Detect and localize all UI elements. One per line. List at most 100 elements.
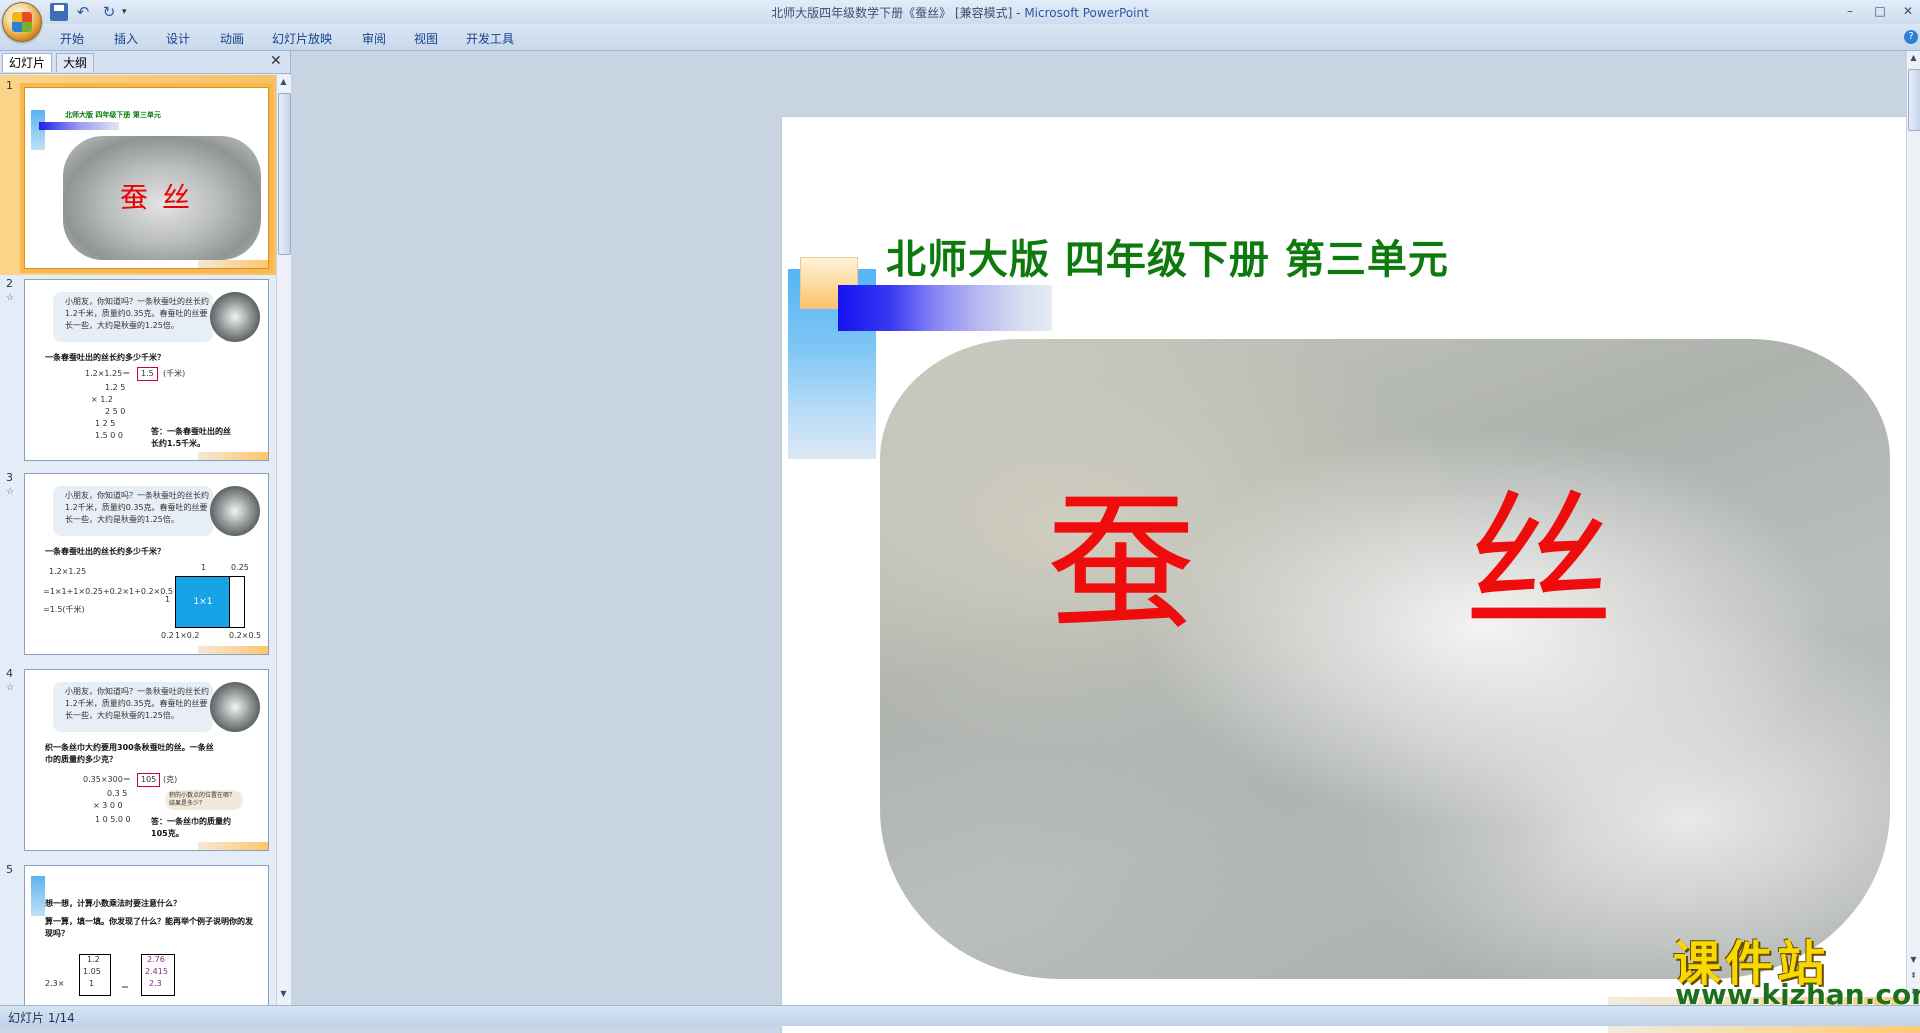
thumbnail-preview[interactable]: 小朋友，你知道吗？一条秋蚕吐的丝长约1.2千米，质量约0.35克。春蚕吐的丝要长…: [24, 279, 269, 461]
tab-insert[interactable]: 插入: [114, 30, 138, 47]
scrollbar-thumb[interactable]: [1908, 69, 1920, 131]
calc-line: × 1.2: [91, 395, 113, 404]
thumbnail-number: 3: [6, 471, 13, 484]
grid-label: 0.2: [161, 631, 174, 640]
area-model-box: 1×1: [175, 576, 231, 628]
thumbnail-list: 1 北师大版 四年级下册 第三单元 蚕丝 2 ☆ 小朋友，你知道吗？一条秋蚕吐的…: [0, 75, 276, 1005]
tab-developer[interactable]: 开发工具: [466, 30, 514, 47]
slide-editing-area: 北师大版 四年级下册 第三单元 蚕 丝: [291, 51, 1920, 1033]
scroll-up-icon[interactable]: ▲: [1908, 53, 1919, 67]
answer-text: 答：一条丝巾的质量约105克。: [151, 817, 231, 838]
question-text: 想一想，计算小数乘法时要注意什么？: [45, 899, 181, 908]
table-cell: 1: [89, 979, 95, 988]
slide-thumbnail-1[interactable]: 1 北师大版 四年级下册 第三单元 蚕丝: [0, 75, 276, 275]
tab-slides[interactable]: 幻灯片: [2, 53, 53, 72]
unit-text: (克): [163, 775, 178, 784]
answer-box: 1.5: [137, 367, 158, 381]
decor-bar: [39, 122, 119, 130]
area-model-strip: [229, 576, 245, 628]
slide-thumbnail-4[interactable]: 4 ☆ 小朋友，你知道吗？一条秋蚕吐的丝长约1.2千米，质量约0.35克。春蚕吐…: [0, 663, 276, 859]
table-cell: 2.415: [145, 967, 168, 976]
tab-outline[interactable]: 大纲: [56, 53, 95, 72]
thumbnail-header: 北师大版 四年级下册 第三单元: [65, 111, 161, 119]
question-text: 一条春蚕吐出的丝长约多少千米？: [45, 353, 165, 362]
status-bar: 幻灯片 1/14: [0, 1005, 1920, 1026]
table-cell: 2.76: [147, 955, 165, 964]
scroll-down-icon[interactable]: ▼: [1908, 955, 1919, 969]
tab-animations[interactable]: 动画: [220, 30, 244, 47]
panel-tabs: 幻灯片 大纲 ✕: [0, 51, 290, 74]
calc-line: 1.5 0 0: [95, 431, 123, 440]
calc-line: 0.3 5: [107, 789, 128, 798]
tab-review[interactable]: 审阅: [362, 30, 386, 47]
close-panel-icon[interactable]: ✕: [270, 53, 282, 69]
multiplier-text: 2.3×: [45, 979, 65, 988]
step-text: =1×1+1×0.25+0.2×1+0.2×0.5: [43, 587, 173, 596]
thumbnail-preview[interactable]: 小朋友，你知道吗？一条秋蚕吐的丝长约1.2千米，质量约0.35克。春蚕吐的丝要长…: [24, 669, 269, 851]
table-cell: 2.3: [149, 979, 162, 988]
step-text: =1.5(千米): [43, 605, 85, 614]
tab-slideshow[interactable]: 幻灯片放映: [272, 30, 332, 47]
silkworm-cocoon-image: [210, 486, 260, 536]
animation-star-icon: ☆: [6, 487, 15, 497]
decor-strip: [198, 646, 268, 654]
intro-text: 小朋友，你知道吗？一条秋蚕吐的丝长约1.2千米，质量约0.35克。春蚕吐的丝要长…: [65, 687, 209, 720]
slide-title[interactable]: 蚕 丝: [880, 489, 1890, 639]
calc-line: 1 0 5.0 0: [95, 815, 131, 824]
tab-home[interactable]: 开始: [60, 30, 84, 47]
window-title: 北师大版四年级数学下册《蚕丝》 [兼容模式] - Microsoft Power…: [0, 4, 1920, 21]
grid-label: 1×0.2: [175, 631, 200, 640]
document-title: 北师大版四年级数学下册《蚕丝》 [兼容模式] -: [771, 6, 1025, 20]
ribbon-tabs: 开始 插入 设计 动画 幻灯片放映 审阅 视图 开发工具 ?: [0, 24, 1920, 51]
watermark-logo: 课件站 www.kjzhan.com: [1669, 924, 1920, 1014]
stone-image: 蚕丝: [63, 136, 261, 260]
maximize-button[interactable]: □: [1866, 2, 1894, 20]
slide-thumbnail-3[interactable]: 3 ☆ 小朋友，你知道吗？一条秋蚕吐的丝长约1.2千米，质量约0.35克。春蚕吐…: [0, 467, 276, 663]
decor-strip: [198, 842, 268, 850]
hint-bubble: 积的小数点的位置在哪？结果是多少？: [165, 790, 243, 810]
table-cell: 1.05: [83, 967, 101, 976]
thumbnail-title: 蚕丝: [119, 181, 204, 214]
office-logo-icon: [12, 12, 32, 32]
scroll-up-icon[interactable]: ▲: [278, 77, 289, 91]
answer-box: 105: [137, 773, 161, 787]
thumbnail-scrollbar[interactable]: ▲ ▼: [276, 75, 291, 1005]
equation-text: 1.2×1.25: [49, 567, 87, 576]
close-button[interactable]: ✕: [1894, 2, 1920, 20]
thumbnail-preview[interactable]: 北师大版 四年级下册 第三单元 蚕丝: [20, 83, 273, 273]
main-scrollbar[interactable]: ▲ ▼ ⇞ ⇟: [1906, 51, 1920, 1005]
question-text: 算一算，填一填。你发现了什么？能再举个例子说明你的发现吗？: [45, 917, 253, 938]
silkworm-cocoon-image: [210, 292, 260, 342]
slide-header[interactable]: 北师大版 四年级下册 第三单元: [886, 227, 1449, 285]
office-button[interactable]: [2, 2, 42, 42]
equals-sign: ＝: [121, 983, 129, 992]
minimize-button[interactable]: –: [1836, 2, 1864, 20]
scroll-down-icon[interactable]: ▼: [278, 989, 289, 1003]
thumbnail-number: 2: [6, 277, 13, 290]
thumbnail-preview[interactable]: 想一想，计算小数乘法时要注意什么？ 算一算，填一填。你发现了什么？能再举个例子说…: [24, 865, 269, 1005]
question-text: 织一条丝巾大约要用300条秋蚕吐的丝。一条丝巾的质量约多少克？: [45, 743, 214, 764]
slide-thumbnail-2[interactable]: 2 ☆ 小朋友，你知道吗？一条秋蚕吐的丝长约1.2千米，质量约0.35克。春蚕吐…: [0, 273, 276, 468]
grid-label: 0.25: [231, 563, 249, 572]
decor-column: [31, 110, 45, 150]
equation-text: 1.2×1.25＝: [85, 369, 131, 378]
thumbnail-number: 4: [6, 667, 13, 680]
slide-canvas[interactable]: 北师大版 四年级下册 第三单元 蚕 丝: [782, 117, 1920, 1033]
slide-thumbnail-5[interactable]: 5 想一想，计算小数乘法时要注意什么？ 算一算，填一填。你发现了什么？能再举个例…: [0, 859, 276, 1005]
stone-background-image[interactable]: 蚕 丝: [880, 339, 1890, 979]
tab-design[interactable]: 设计: [166, 30, 190, 47]
slides-panel: 幻灯片 大纲 ✕ 1 北师大版 四年级下册 第三单元 蚕丝 2 ☆ 小朋友，你知…: [0, 51, 291, 1005]
silkworm-cocoon-image: [210, 682, 260, 732]
thumbnail-preview[interactable]: 小朋友，你知道吗？一条秋蚕吐的丝长约1.2千米，质量约0.35克。春蚕吐的丝要长…: [24, 473, 269, 655]
decor-bar: [838, 285, 1052, 331]
scrollbar-thumb[interactable]: [278, 93, 291, 255]
calc-line: 1 2 5: [95, 419, 116, 428]
grid-label: 0.2×0.5: [229, 631, 262, 640]
table-cell: 1.2: [87, 955, 100, 964]
thumbnail-number: 5: [6, 863, 13, 876]
intro-text: 小朋友，你知道吗？一条秋蚕吐的丝长约1.2千米，质量约0.35克。春蚕吐的丝要长…: [65, 297, 209, 330]
tab-view[interactable]: 视图: [414, 30, 438, 47]
help-icon[interactable]: ?: [1904, 30, 1918, 44]
intro-text: 小朋友，你知道吗？一条秋蚕吐的丝长约1.2千米，质量约0.35克。春蚕吐的丝要长…: [65, 491, 209, 524]
decor-column: [31, 876, 45, 916]
